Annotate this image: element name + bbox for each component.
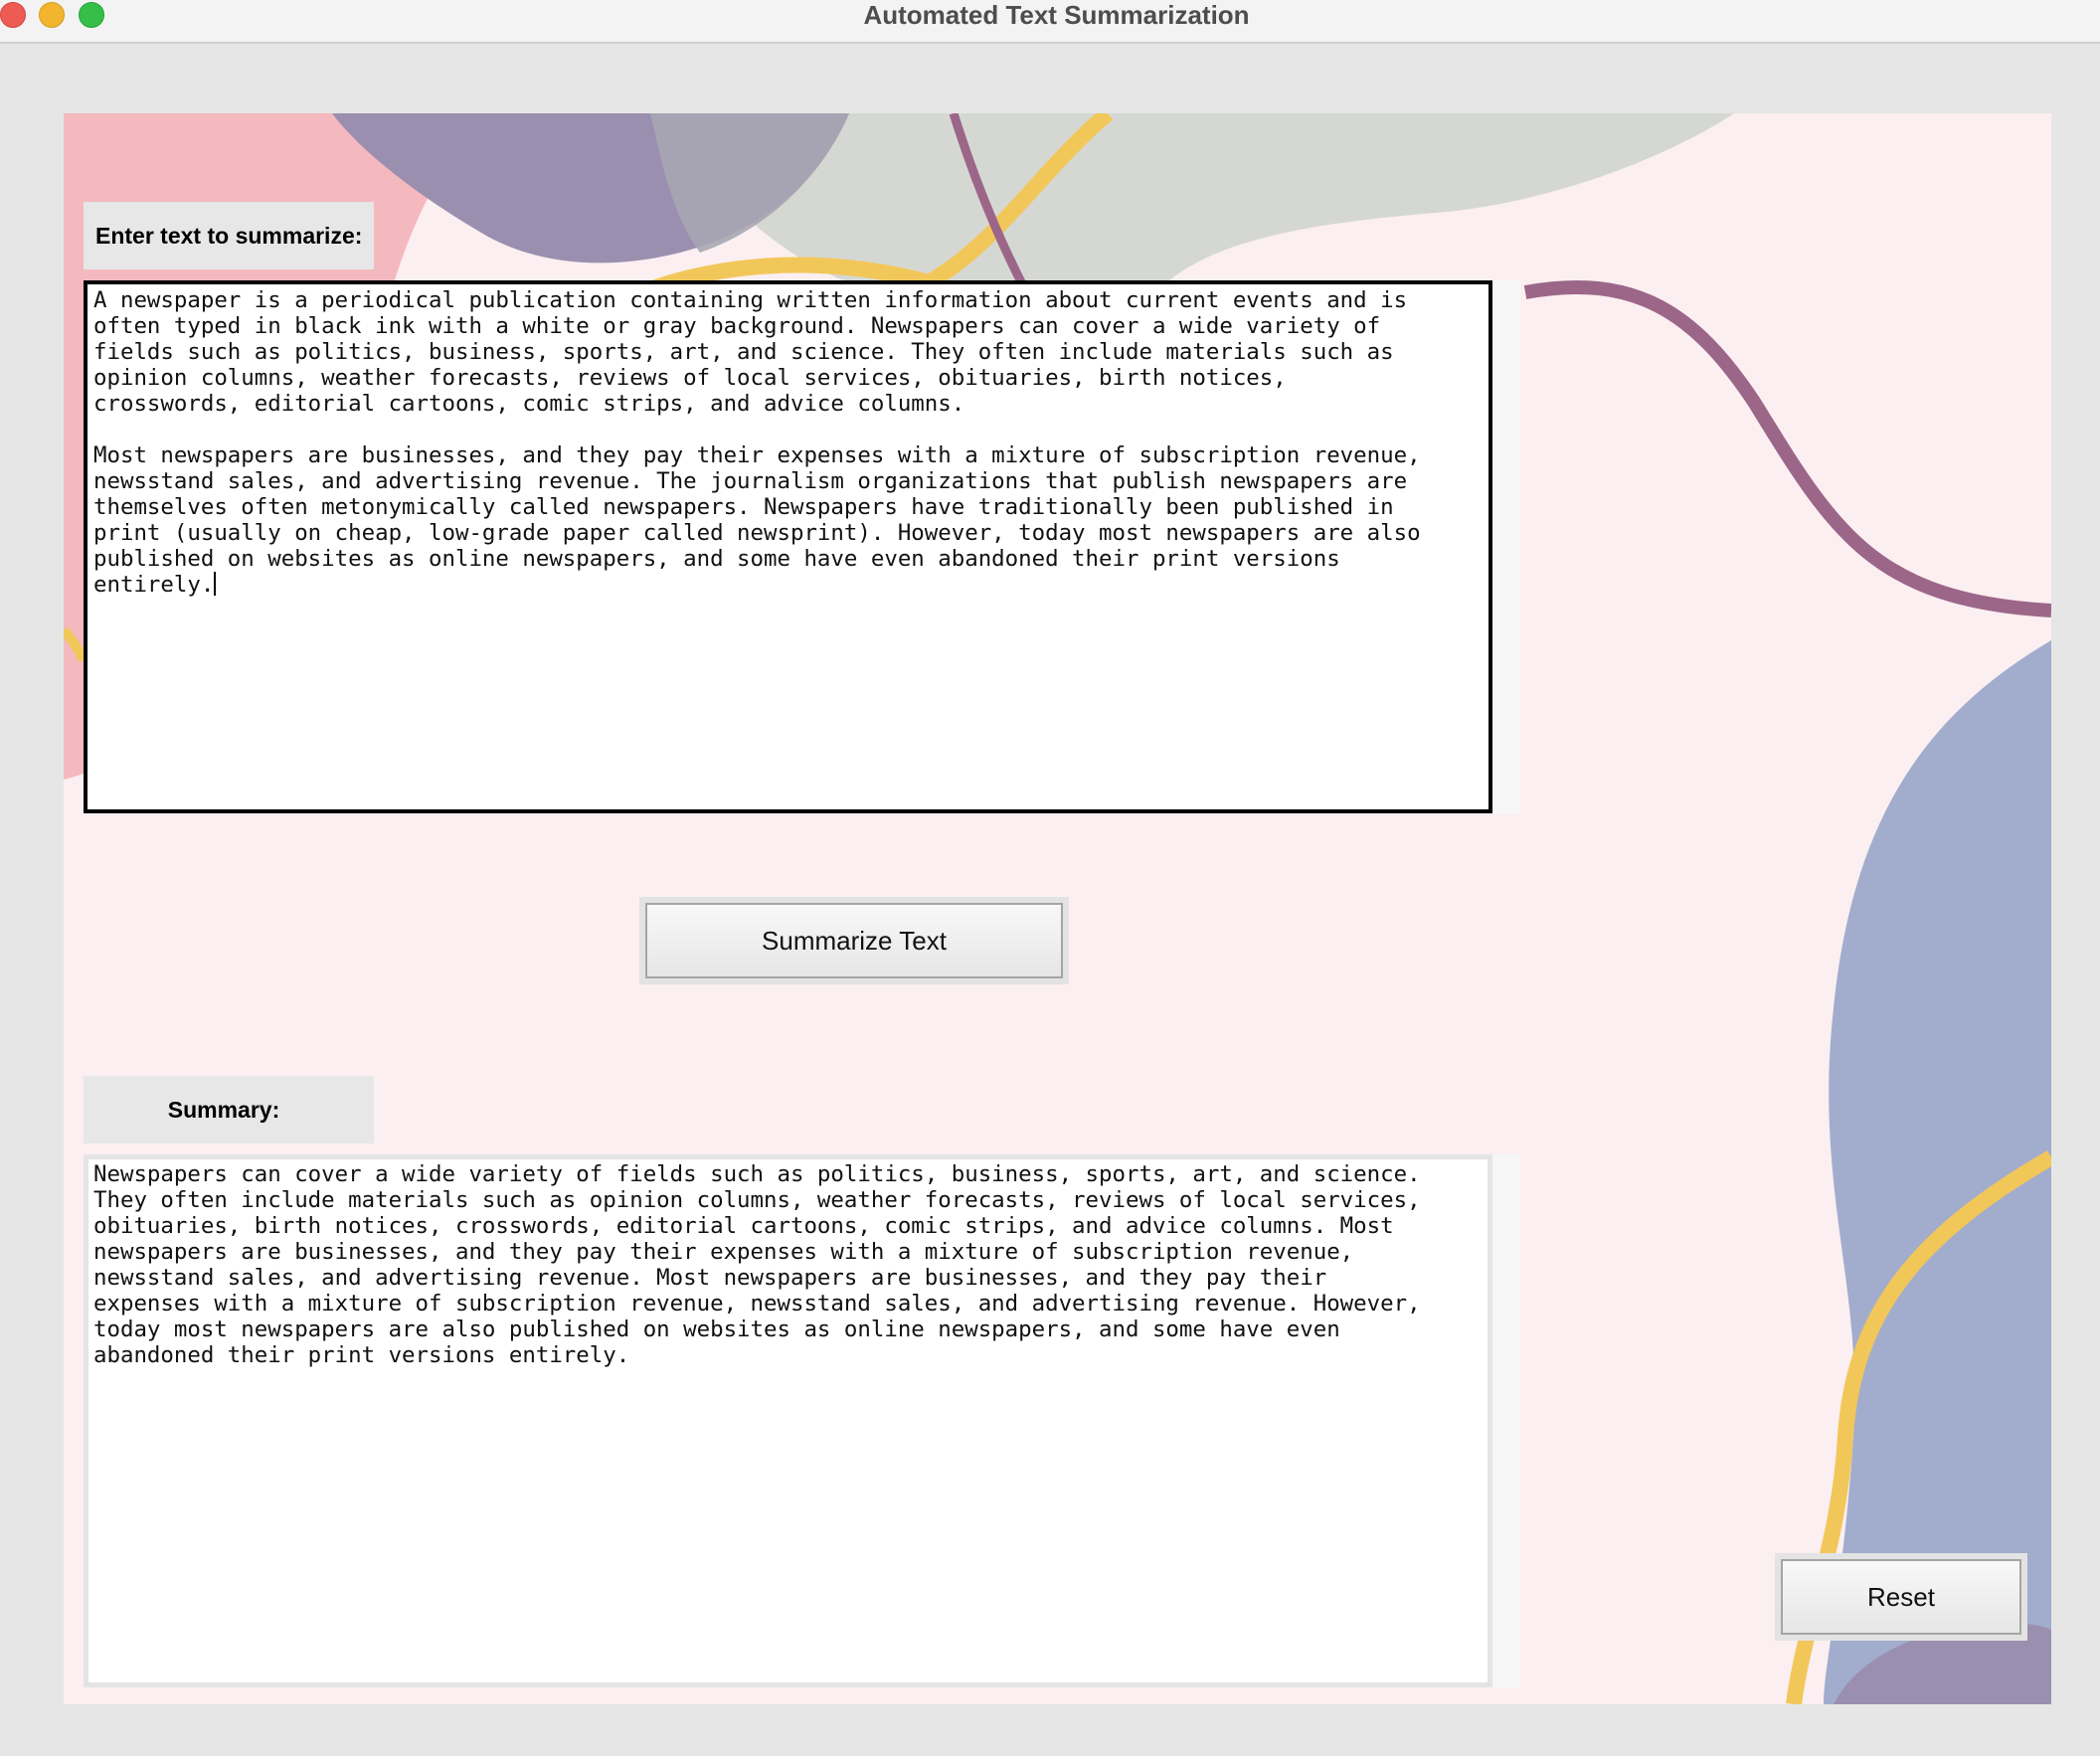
main-panel: Enter text to summarize: A newspaper is …	[64, 113, 2051, 1704]
summary-label: Summary:	[84, 1076, 374, 1143]
window-title: Automated Text Summarization	[863, 0, 1250, 30]
input-text: A newspaper is a periodical publication …	[93, 287, 1421, 598]
summary-textarea[interactable]: Newspapers can cover a wide variety of f…	[84, 1154, 1492, 1687]
summary-scrollbar[interactable]	[1492, 1154, 1520, 1687]
title-bar: Automated Text Summarization	[0, 0, 2100, 44]
plum-wave-right	[1523, 279, 2051, 617]
input-scrollbar[interactable]	[1492, 280, 1520, 813]
summarize-button[interactable]: Summarize Text	[645, 903, 1063, 978]
input-label: Enter text to summarize:	[84, 202, 374, 269]
input-textarea[interactable]: A newspaper is a periodical publication …	[84, 280, 1492, 813]
summary-text: Newspapers can cover a wide variety of f…	[93, 1161, 1421, 1368]
reset-button[interactable]: Reset	[1781, 1559, 2021, 1635]
text-cursor	[214, 572, 217, 596]
